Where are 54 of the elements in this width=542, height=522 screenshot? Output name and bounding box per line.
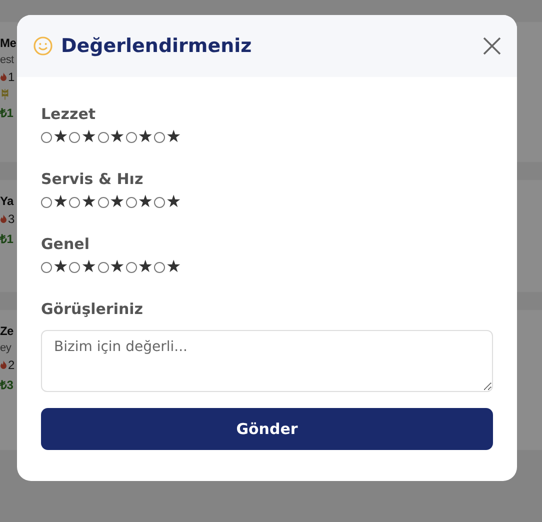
flame-icon	[0, 359, 7, 371]
dialog-title: Değerlendirmeniz	[61, 35, 253, 57]
star-label[interactable]: ★	[81, 129, 96, 146]
star-label[interactable]: ★	[110, 194, 125, 211]
star-label[interactable]: ★	[110, 259, 125, 276]
rating-radio[interactable]	[126, 197, 137, 208]
star-label[interactable]: ★	[53, 194, 68, 211]
card-title: Ze	[0, 324, 14, 338]
rating-label: Lezzet	[41, 105, 97, 123]
rating-radio[interactable]	[154, 132, 165, 143]
rating-radio[interactable]	[69, 197, 80, 208]
rating-radio[interactable]	[98, 262, 108, 273]
card-subtitle: est	[0, 54, 14, 66]
rating-label: Servis & Hız	[41, 170, 144, 188]
star-label[interactable]: ★	[53, 129, 68, 146]
rating-radio[interactable]	[126, 262, 137, 273]
close-button[interactable]	[483, 37, 501, 55]
rating-radio[interactable]	[69, 262, 80, 273]
star-label[interactable]: ★	[138, 259, 153, 276]
star-label[interactable]: ★	[166, 194, 182, 211]
price: ₺1	[0, 105, 14, 121]
rating-radio[interactable]	[98, 132, 108, 143]
card-title: Me	[0, 36, 16, 50]
rating-radio[interactable]	[41, 262, 52, 273]
calorie-value: 1	[8, 70, 15, 84]
star-label[interactable]: ★	[166, 129, 182, 146]
calorie-value: 2	[8, 358, 15, 372]
price: ₺3	[0, 377, 14, 393]
star-label[interactable]: ★	[138, 194, 153, 211]
card-subtitle: ey	[0, 342, 12, 354]
rating-radio[interactable]	[154, 262, 165, 273]
rating-radio[interactable]	[41, 197, 52, 208]
star-label[interactable]: ★	[53, 259, 68, 276]
comment-field[interactable]: Bizim için değerli...	[41, 330, 493, 392]
rating-radio[interactable]	[41, 132, 52, 143]
card-title: Ya	[0, 194, 14, 208]
comment-label: Görüşleriniz	[41, 300, 144, 318]
star-label[interactable]: ★	[81, 259, 96, 276]
rating-radio[interactable]	[98, 197, 108, 208]
calorie-value: 3	[8, 212, 15, 226]
star-label[interactable]: ★	[110, 129, 125, 146]
star-label[interactable]: ★	[138, 129, 153, 146]
flame-icon	[0, 71, 7, 83]
flame-icon	[0, 213, 7, 225]
star-label[interactable]: ★	[166, 259, 182, 276]
rating-radio[interactable]	[69, 132, 80, 143]
submit-button[interactable]: Gönder	[41, 408, 493, 450]
rating-radio[interactable]	[126, 132, 137, 143]
star-label[interactable]: ★	[81, 194, 96, 211]
rating-radio[interactable]	[154, 197, 165, 208]
smiley-icon	[33, 36, 53, 56]
close-icon	[483, 37, 501, 55]
price: ₺1	[0, 231, 14, 247]
rating-label: Genel	[41, 235, 90, 253]
